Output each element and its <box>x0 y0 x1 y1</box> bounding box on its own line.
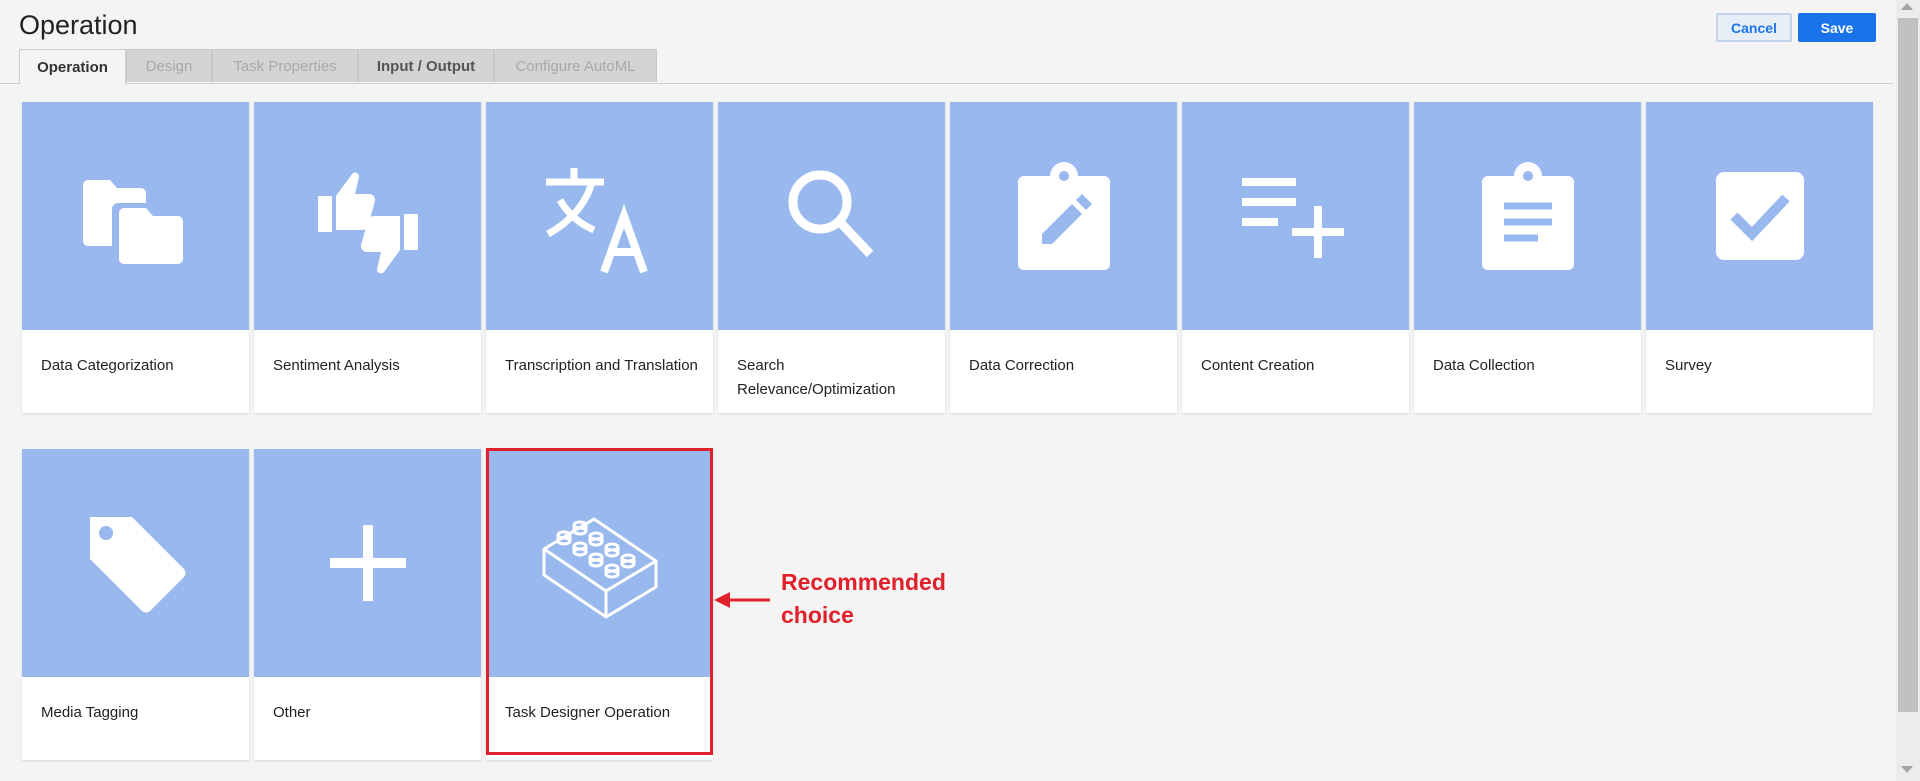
card-search-relevance[interactable]: Search Relevance/Optimization <box>718 102 945 413</box>
card-media-tagging[interactable]: Media Tagging <box>22 449 249 760</box>
card-label: Content Creation <box>1201 357 1315 374</box>
scroll-down-arrow-icon[interactable] <box>1901 766 1913 773</box>
card-label: Other <box>273 704 311 721</box>
translate-icon <box>545 168 648 274</box>
cancel-button[interactable]: Cancel <box>1716 13 1792 42</box>
card-data-correction[interactable]: Data Correction <box>950 102 1177 413</box>
card-label: Data Categorization <box>41 357 174 374</box>
checkbox-icon <box>1715 172 1804 260</box>
card-data-collection[interactable]: Data Collection <box>1414 102 1641 413</box>
search-icon <box>788 170 873 258</box>
tab-task-properties[interactable]: Task Properties <box>212 49 358 82</box>
card-label: Task Designer Operation <box>505 704 671 721</box>
tag-icon <box>89 517 186 613</box>
page-title: Operation <box>19 10 138 40</box>
thumbs-up-down-icon <box>317 172 418 274</box>
clipboard-list-icon <box>1481 162 1574 270</box>
card-label: Transcription and Translation <box>505 357 698 374</box>
card-content-creation[interactable]: Content Creation <box>1182 102 1409 413</box>
card-transcription-translation[interactable]: Transcription and Translation <box>486 102 713 413</box>
card-survey[interactable]: Survey <box>1646 102 1873 413</box>
scrollbar-thumb[interactable] <box>1898 18 1918 712</box>
tab-bar: Operation Design Task Properties Input /… <box>0 48 1893 84</box>
card-label: Media Tagging <box>41 704 139 721</box>
scroll-up-arrow-icon[interactable] <box>1901 3 1913 10</box>
card-label: Data Correction <box>969 357 1075 374</box>
card-label: Data Collection <box>1433 357 1535 374</box>
card-label: Survey <box>1665 357 1712 374</box>
plus-icon <box>329 525 406 601</box>
card-label: Search Relevance/Optimization <box>737 357 896 398</box>
recommended-annotation: Recommended choice <box>781 569 946 628</box>
card-task-designer-operation[interactable]: Task Designer Operation <box>486 449 713 760</box>
card-other[interactable]: Other <box>254 449 481 760</box>
folders-icon <box>82 180 183 264</box>
save-button[interactable]: Save <box>1798 13 1876 42</box>
clipboard-edit-icon <box>1017 162 1110 270</box>
playlist-add-icon <box>1241 178 1344 258</box>
lego-brick-icon <box>542 517 657 619</box>
tab-operation[interactable]: Operation <box>19 49 126 84</box>
tab-configure-automl[interactable]: Configure AutoML <box>494 49 657 82</box>
tab-input-output[interactable]: Input / Output <box>358 49 494 82</box>
card-data-categorization[interactable]: Data Categorization <box>22 102 249 413</box>
card-label: Sentiment Analysis <box>273 357 400 374</box>
tab-design[interactable]: Design <box>126 49 212 82</box>
arrow-left-icon <box>714 592 770 608</box>
card-sentiment-analysis[interactable]: Sentiment Analysis <box>254 102 481 413</box>
